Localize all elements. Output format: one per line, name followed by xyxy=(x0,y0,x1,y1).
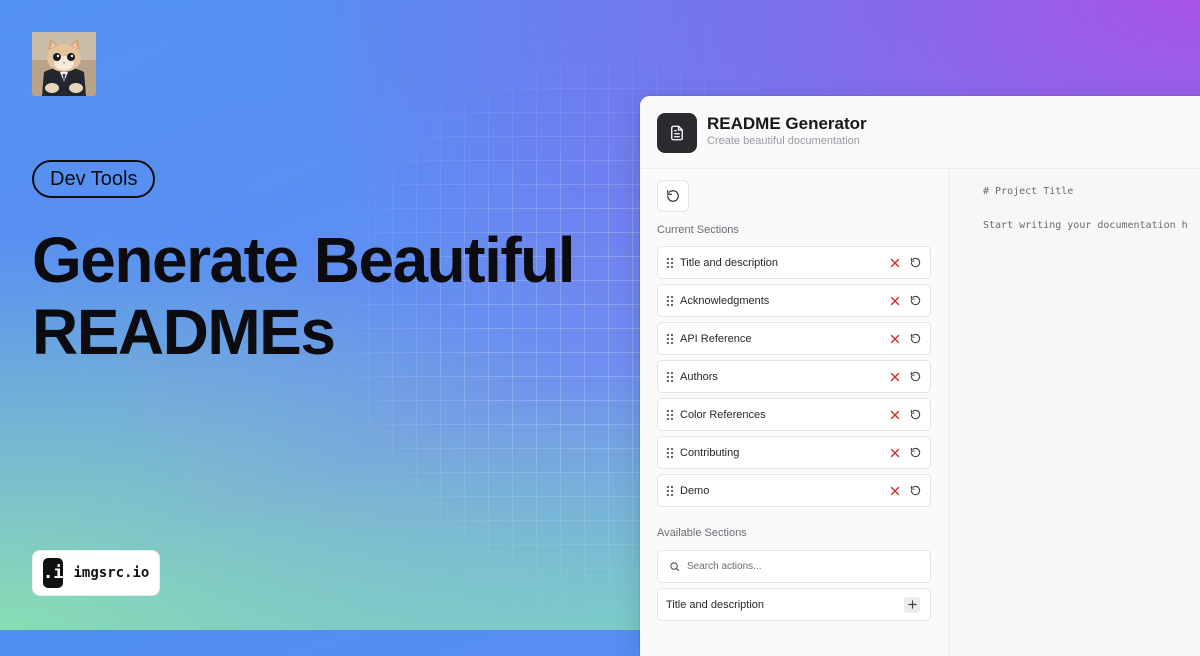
reset-section-icon[interactable] xyxy=(905,409,925,420)
drag-handle-icon[interactable] xyxy=(660,295,680,307)
reset-section-icon[interactable] xyxy=(905,295,925,306)
markdown-editor[interactable]: # Project Title Start writing your docum… xyxy=(949,169,1200,656)
document-icon xyxy=(657,113,697,153)
brand-badge: .i imgsrc.io xyxy=(32,550,160,596)
headline: Generate Beautiful READMEs xyxy=(32,224,612,368)
app-title: README Generator xyxy=(707,114,867,133)
headline-line-2: READMEs xyxy=(32,296,336,368)
available-sections-label: Available Sections xyxy=(657,527,747,539)
available-item-title-and-description[interactable]: Title and description xyxy=(657,588,931,621)
editor-line-placeholder[interactable]: Start writing your documentation h xyxy=(983,220,1188,231)
sections-sidebar: Current Sections Title and description A… xyxy=(640,169,949,656)
delete-section-icon[interactable] xyxy=(885,486,905,496)
app-header: README Generator Create beautiful docume… xyxy=(640,96,1200,169)
reset-sections-button[interactable] xyxy=(657,180,689,212)
brand-name: imgsrc.io xyxy=(73,565,150,581)
delete-section-icon[interactable] xyxy=(885,334,905,344)
delete-section-icon[interactable] xyxy=(885,296,905,306)
add-section-button[interactable] xyxy=(904,596,920,613)
drag-handle-icon[interactable] xyxy=(660,409,680,421)
plus-icon xyxy=(907,600,917,609)
section-item-demo[interactable]: Demo xyxy=(657,474,931,507)
search-icon xyxy=(670,562,680,572)
drag-handle-icon[interactable] xyxy=(660,485,680,497)
reset-section-icon[interactable] xyxy=(905,333,925,344)
delete-section-icon[interactable] xyxy=(885,372,905,382)
section-item-acknowledgments[interactable]: Acknowledgments xyxy=(657,284,931,317)
reset-icon xyxy=(667,190,679,202)
delete-section-icon[interactable] xyxy=(885,410,905,420)
cat-in-suit-image xyxy=(32,32,96,96)
reset-section-icon[interactable] xyxy=(905,371,925,382)
search-input[interactable] xyxy=(687,561,907,572)
available-item-label: Title and description xyxy=(666,598,765,611)
search-box[interactable] xyxy=(657,550,931,583)
section-item-label: Color References xyxy=(680,408,766,421)
headline-line-1: Generate Beautiful xyxy=(32,224,576,296)
delete-section-icon[interactable] xyxy=(885,258,905,268)
reset-section-icon[interactable] xyxy=(905,447,925,458)
delete-section-icon[interactable] xyxy=(885,448,905,458)
section-item-label: Demo xyxy=(680,484,710,497)
section-item-label: API Reference xyxy=(680,332,752,345)
editor-line-heading[interactable]: # Project Title xyxy=(983,186,1073,197)
app-subtitle: Create beautiful documentation xyxy=(707,135,860,147)
drag-handle-icon[interactable] xyxy=(660,257,680,269)
section-item-api-reference[interactable]: API Reference xyxy=(657,322,931,355)
section-item-label: Acknowledgments xyxy=(680,294,770,307)
brand-logo-icon: .i xyxy=(43,558,64,588)
current-sections-label: Current Sections xyxy=(657,224,739,236)
category-tag: Dev Tools xyxy=(32,160,156,198)
drag-handle-icon[interactable] xyxy=(660,447,680,459)
app-window: README Generator Create beautiful docume… xyxy=(640,96,1200,656)
drag-handle-icon[interactable] xyxy=(660,333,680,345)
section-item-color-references[interactable]: Color References xyxy=(657,398,931,431)
section-item-authors[interactable]: Authors xyxy=(657,360,931,393)
reset-section-icon[interactable] xyxy=(905,485,925,496)
section-item-contributing[interactable]: Contributing xyxy=(657,436,931,469)
drag-handle-icon[interactable] xyxy=(660,371,680,383)
section-item-label: Title and description xyxy=(680,256,779,269)
section-item-title-and-description[interactable]: Title and description xyxy=(657,246,931,279)
reset-section-icon[interactable] xyxy=(905,257,925,268)
section-item-label: Contributing xyxy=(680,446,740,459)
avatar xyxy=(32,32,96,96)
section-item-label: Authors xyxy=(680,370,718,383)
